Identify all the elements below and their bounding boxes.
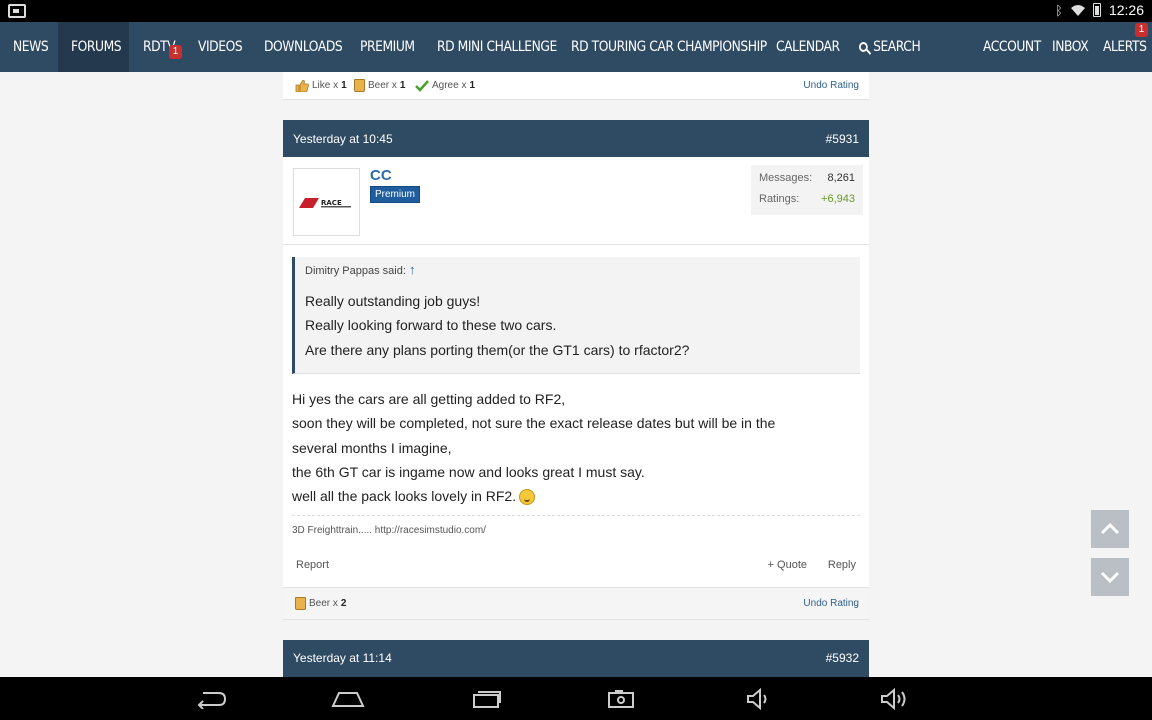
screenshot-notification-icon (8, 4, 26, 18)
beer-icon (295, 597, 306, 610)
nav-inbox[interactable]: INBOX (1052, 22, 1089, 72)
post-body: RACE CC Premium Messages: 8,261 Ratings:… (283, 157, 869, 587)
message-line-last: well all the pack looks lovely in RF2. (292, 488, 536, 506)
chevron-up-icon (1100, 523, 1120, 535)
post-header: Yesterday at 10:45 #5931 (283, 120, 869, 158)
scroll-to-top-button[interactable] (1091, 510, 1129, 548)
jump-to-quoted-post-icon[interactable]: ↑ (409, 262, 416, 277)
system-navigation-bar (0, 677, 1152, 720)
search-icon (859, 42, 868, 52)
quote-line: Are there any plans porting them(or the … (305, 342, 690, 358)
messages-stat: Messages: 8,261 (759, 172, 855, 184)
quote-line: Really looking forward to these two cars… (305, 317, 557, 333)
back-icon (197, 692, 227, 709)
chevron-down-icon (1100, 571, 1120, 583)
signature[interactable]: 3D Freighttrain..... http://racesimstudi… (292, 525, 486, 536)
home-icon (331, 692, 365, 707)
nav-premium[interactable]: PREMIUM (360, 22, 415, 72)
home-button[interactable] (331, 685, 365, 713)
undo-rating-link[interactable]: Undo Rating (803, 72, 859, 99)
main-nav: NEWS FORUMS RDTV 1 VIDEOS DOWNLOADS PREM… (0, 22, 1152, 72)
nav-rd-mini-challenge[interactable]: RD MINI CHALLENGE (437, 22, 557, 72)
nav-downloads[interactable]: DOWNLOADS (264, 22, 343, 72)
back-button[interactable] (194, 685, 228, 713)
volume-down-button[interactable] (741, 685, 775, 713)
user-info-bar: RACE CC Premium Messages: 8,261 Ratings:… (283, 157, 869, 245)
nav-forums[interactable]: FORUMS (71, 22, 122, 72)
post-number[interactable]: #5931 (826, 120, 859, 158)
user-title-badge: Premium (370, 186, 421, 203)
alerts-badge: 1 (1135, 23, 1148, 37)
report-link[interactable]: Report (296, 559, 329, 571)
message-line: the 6th GT car is ingame now and looks g… (292, 464, 645, 480)
post-date[interactable]: Yesterday at 10:45 (293, 120, 393, 158)
scroll-to-bottom-button[interactable] (1091, 558, 1129, 596)
previous-post-ratings: Like x1 Beer x1 Agree x1 Undo Rating (283, 72, 869, 100)
wifi-icon (1070, 4, 1085, 16)
post-date[interactable]: Yesterday at 11:14 (293, 640, 392, 677)
avatar[interactable]: RACE (293, 168, 360, 236)
beer-icon (354, 79, 365, 92)
volume-down-icon (747, 688, 767, 710)
next-post-header: Yesterday at 11:14 #5932 (283, 640, 869, 677)
rdtv-badge: 1 (169, 45, 182, 59)
user-stats: Messages: 8,261 Ratings: +6,943 (751, 165, 863, 215)
smiley-icon (519, 489, 536, 506)
message-line: several months I imagine, (292, 440, 452, 456)
checkmark-icon (415, 79, 429, 92)
nav-news[interactable]: NEWS (13, 22, 49, 72)
rating-like[interactable]: Like x1 (295, 72, 347, 99)
volume-up-button[interactable] (877, 685, 911, 713)
reply-button[interactable]: Reply (828, 559, 856, 571)
status-time: 12:26 (1108, 2, 1144, 18)
thumbs-up-icon (295, 79, 309, 92)
signature-divider (292, 515, 860, 516)
message-line: Hi yes the cars are all getting added to… (292, 391, 566, 407)
status-bar: ᛒ 12:26 (0, 0, 1152, 22)
rating-beer[interactable]: Beer x1 (354, 72, 405, 99)
svg-text:RACE: RACE (321, 199, 342, 207)
nav-account[interactable]: ACCOUNT (983, 22, 1041, 72)
quote-block: Dimitry Pappas said: ↑ Really outstandin… (292, 257, 860, 374)
nav-videos[interactable]: VIDEOS (198, 22, 243, 72)
camera-icon (608, 690, 634, 708)
quote-attribution: Dimitry Pappas said: ↑ (305, 262, 416, 277)
screenshot-button[interactable] (604, 685, 638, 713)
nav-search[interactable]: SEARCH (859, 22, 921, 72)
quote-line: Really outstanding job guys! (305, 293, 481, 309)
volume-up-icon (881, 688, 906, 710)
username[interactable]: CC (370, 167, 392, 184)
quote-button[interactable]: + Quote (768, 559, 807, 571)
rating-beer[interactable]: Beer x2 (295, 588, 346, 619)
rating-agree[interactable]: Agree x1 (415, 72, 475, 99)
bluetooth-icon: ᛒ (1055, 2, 1063, 18)
undo-rating-link[interactable]: Undo Rating (803, 588, 859, 619)
nav-calendar[interactable]: CALENDAR (776, 22, 840, 72)
message-line: soon they will be completed, not sure th… (292, 415, 776, 431)
recents-button[interactable] (469, 685, 503, 713)
post-ratings: Beer x2 Undo Rating (283, 587, 869, 620)
battery-icon (1092, 3, 1101, 17)
ratings-stat: Ratings: +6,943 (759, 193, 855, 205)
post-number[interactable]: #5932 (826, 640, 859, 677)
nav-rd-touring-car[interactable]: RD TOURING CAR CHAMPIONSHIP (571, 22, 767, 72)
recents-icon (473, 691, 501, 708)
race-sim-studio-logo: RACE (299, 198, 351, 208)
